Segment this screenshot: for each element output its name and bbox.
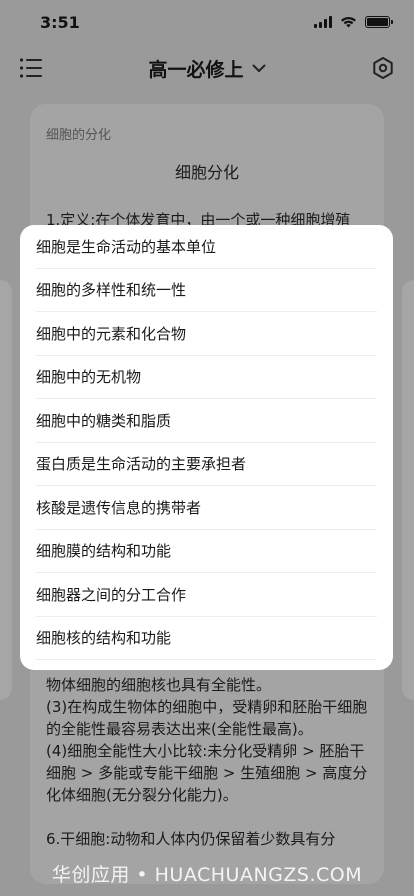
watermark: 华创应用 • HUACHUANGZS.COM <box>51 864 363 886</box>
menu-item[interactable]: 细胞器之间的分工合作 <box>36 573 377 617</box>
menu-list-icon[interactable] <box>18 55 44 81</box>
menu-item[interactable]: 蛋白质是生命活动的主要承担者 <box>36 443 377 486</box>
article-paragraph: (4)细胞全能性大小比较:未分化受精卵 > 胚胎干细胞 > 多能或专能干细胞 >… <box>46 742 368 804</box>
chevron-down-icon <box>252 64 265 72</box>
menu-item[interactable]: 细胞膜的结构和功能 <box>36 530 377 573</box>
wifi-icon <box>341 16 356 28</box>
grade-selector[interactable]: 高一必修上 <box>148 55 265 82</box>
chapter-menu: 细胞是生命活动的基本单位 细胞的多样性和统一性 细胞中的元素和化合物 细胞中的无… <box>20 225 393 670</box>
article-paragraph: 物体细胞的细胞核也具有全能性。 <box>46 676 272 694</box>
previous-card-edge[interactable] <box>0 280 12 700</box>
settings-hexagon-icon[interactable] <box>370 55 396 81</box>
nav-title: 高一必修上 <box>148 58 244 81</box>
battery-icon <box>365 16 393 28</box>
status-icons <box>314 16 393 28</box>
cellular-signal-icon <box>314 16 332 28</box>
menu-item[interactable]: 细胞是生命活动的基本单位 <box>36 225 377 269</box>
breadcrumb: 细胞的分化 <box>46 128 112 143</box>
menu-item[interactable]: 细胞中的无机物 <box>36 356 377 399</box>
menu-item[interactable]: 细胞中的元素和化合物 <box>36 312 377 356</box>
menu-item[interactable]: 细胞中的糖类和脂质 <box>36 399 377 443</box>
menu-item[interactable]: 核酸是遗传信息的携带者 <box>36 486 377 530</box>
menu-item[interactable]: 细胞核的结构和功能 <box>36 617 377 660</box>
article-paragraph: 6.干细胞:动物和人体内仍保留着少数具有分 <box>46 830 336 848</box>
article-paragraph: (3)在构成生物体的细胞中，受精卵和胚胎干细胞的全能性最容易表达出来(全能性最高… <box>46 698 368 738</box>
status-bar: 3:51 <box>0 0 414 44</box>
article-text-bottom: 物体细胞的细胞核也具有全能性。 (3)在构成生物体的细胞中，受精卵和胚胎干细胞的… <box>46 674 374 850</box>
next-card-edge[interactable] <box>402 280 414 700</box>
article-title: 细胞分化 <box>174 163 239 182</box>
menu-item[interactable]: 细胞的多样性和统一性 <box>36 269 377 312</box>
status-time: 3:51 <box>40 12 80 32</box>
nav-bar: 高一必修上 <box>0 44 414 92</box>
